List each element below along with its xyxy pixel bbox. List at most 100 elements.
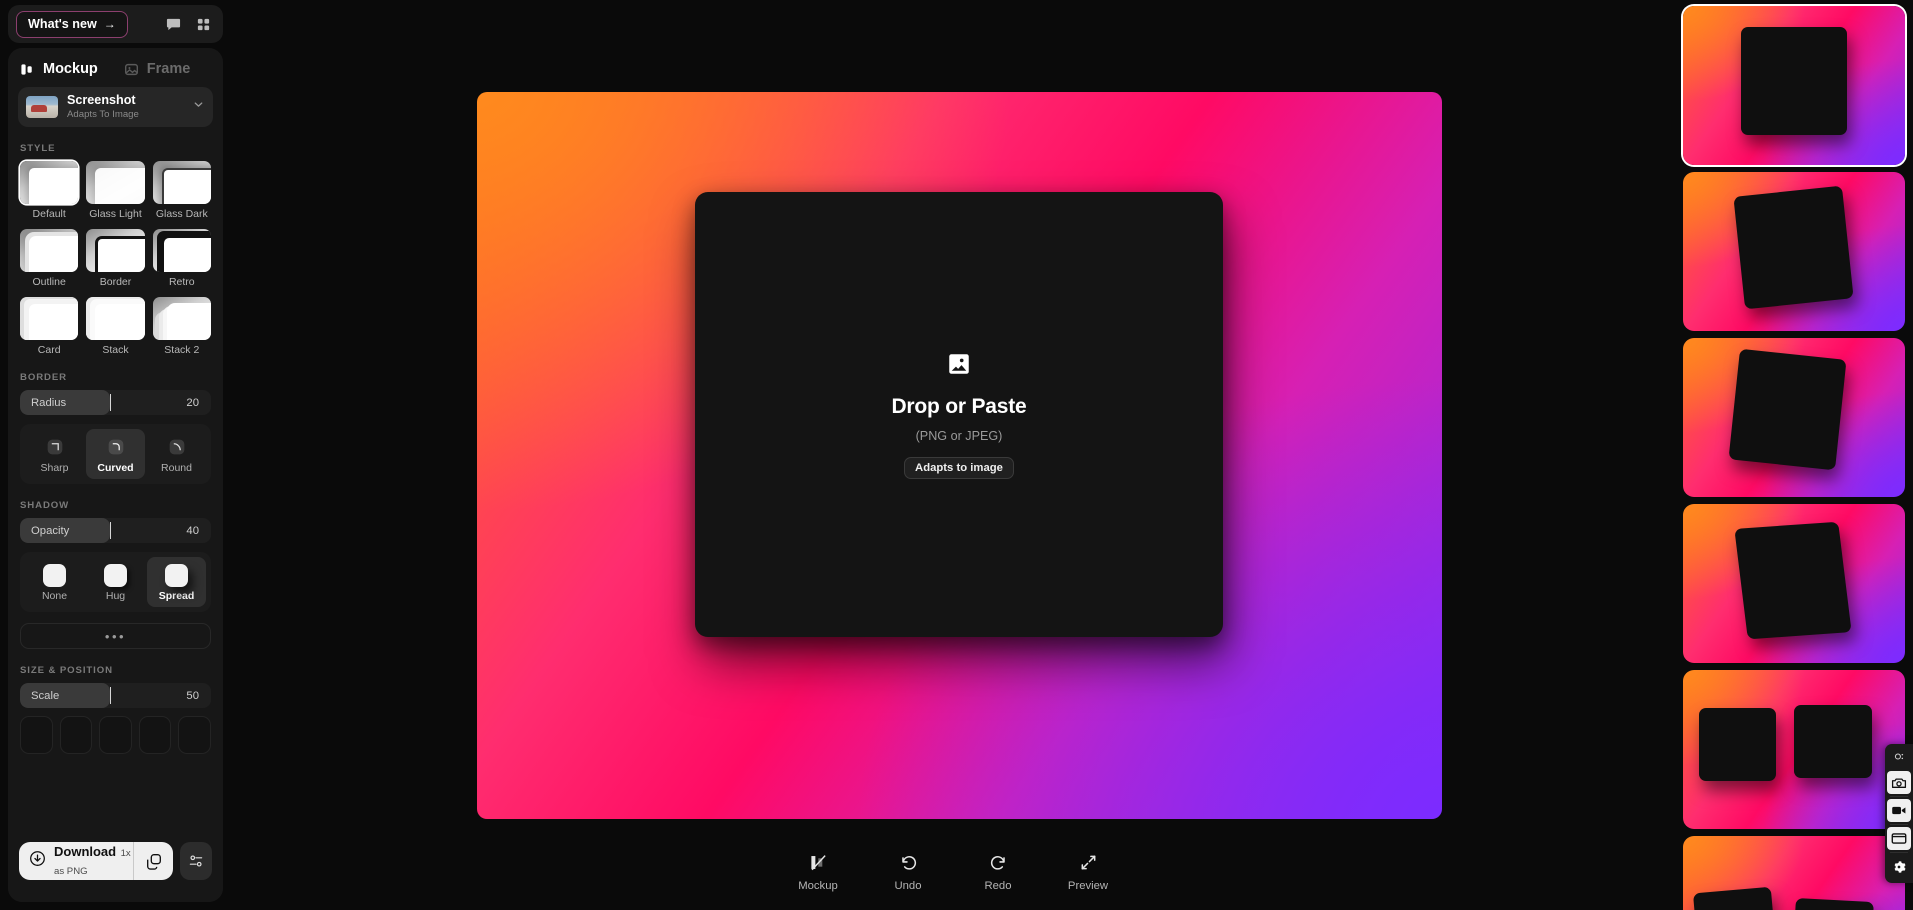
chevron-down-icon: [192, 98, 205, 116]
style-option-outline[interactable]: Outline: [20, 229, 79, 288]
style-label-glass-light: Glass Light: [89, 208, 142, 220]
style-option-default[interactable]: Default: [20, 161, 79, 220]
corner-curved-icon: [105, 435, 127, 459]
tab-frame[interactable]: Frame: [124, 61, 191, 77]
capture-widget-header[interactable]: [1894, 748, 1905, 769]
gear-icon[interactable]: [1887, 855, 1911, 878]
download-group: Download 1x as PNG: [19, 841, 173, 880]
template-card-double-straight[interactable]: [1683, 670, 1905, 829]
position-preset-1[interactable]: [20, 716, 53, 754]
toolbar-preview-label: Preview: [1067, 880, 1109, 892]
style-thumb-stack-2: [152, 297, 211, 340]
sliders-icon[interactable]: [180, 841, 212, 880]
video-icon[interactable]: [1887, 799, 1911, 822]
position-preset-2[interactable]: [59, 716, 93, 754]
style-label-glass-dark: Glass Dark: [155, 208, 208, 220]
mockup-dropzone[interactable]: Drop or Paste (PNG or JPEG) Adapts to im…: [695, 192, 1223, 637]
scale-slider[interactable]: Scale 50: [20, 683, 211, 708]
style-label-retro: Retro: [168, 276, 195, 288]
style-option-stack-2[interactable]: Stack 2: [152, 297, 211, 356]
divider: [1890, 824, 1908, 825]
template-rail: [1675, 0, 1913, 910]
grid-apps-icon[interactable]: [191, 12, 215, 36]
shadow-style-group: None Hug Spread: [20, 552, 211, 612]
template-card-double-tilt[interactable]: [1683, 836, 1905, 910]
opacity-label: Opacity: [31, 524, 70, 537]
style-grid: Default Glass Light Glass Dark Outline B…: [8, 161, 223, 356]
radius-label: Radius: [31, 396, 67, 409]
copy-icon[interactable]: [133, 841, 173, 880]
toolbar-mockup-label: Mockup: [798, 880, 838, 892]
divider: [1890, 796, 1908, 797]
toolbar-redo[interactable]: Redo: [971, 851, 1025, 892]
template-card-single-tilt-left[interactable]: [1683, 172, 1905, 331]
artboard[interactable]: Drop or Paste (PNG or JPEG) Adapts to im…: [477, 92, 1442, 819]
tab-frame-label: Frame: [146, 61, 191, 77]
frame-image-icon: [124, 62, 139, 77]
panel-tabs: Mockup Frame: [8, 48, 223, 87]
panel-footer: Download 1x as PNG: [8, 832, 223, 902]
preset-selector[interactable]: Screenshot Adapts To Image: [18, 87, 213, 127]
preset-text: Screenshot Adapts To Image: [67, 93, 183, 121]
mockup-icon: [20, 62, 35, 77]
style-option-glass-dark[interactable]: Glass Dark: [152, 161, 211, 220]
more-options-button[interactable]: •••: [20, 623, 211, 649]
style-label-card: Card: [37, 344, 61, 356]
template-card-single-straight[interactable]: [1683, 6, 1905, 165]
toolbar-preview[interactable]: Preview: [1061, 851, 1115, 892]
window-icon[interactable]: [1887, 827, 1911, 850]
position-preset-3[interactable]: [99, 716, 132, 754]
expand-arrows-icon: [1079, 851, 1098, 873]
chat-icon[interactable]: [161, 12, 185, 36]
camera-icon[interactable]: [1887, 771, 1911, 794]
style-option-stack[interactable]: Stack: [86, 297, 145, 356]
corner-option-sharp[interactable]: Sharp: [25, 429, 84, 479]
shadow-option-spread[interactable]: Spread: [147, 557, 206, 607]
toolbar-mockup-toggle[interactable]: Mockup: [791, 851, 845, 892]
corner-option-curved[interactable]: Curved: [86, 429, 145, 479]
shadow-option-none[interactable]: None: [25, 557, 84, 607]
style-label-stack: Stack: [102, 344, 129, 356]
border-section-label: BORDER: [20, 372, 67, 383]
style-thumb-retro: [152, 229, 211, 272]
divider: [1890, 852, 1908, 853]
download-text: Download 1x as PNG: [54, 843, 133, 878]
shadow-hug-label: Hug: [105, 590, 126, 602]
shadow-spread-icon: [165, 563, 188, 587]
corner-round-icon: [166, 435, 188, 459]
scale-slider-handle[interactable]: [109, 687, 112, 704]
style-thumb-card: [20, 297, 79, 340]
opacity-slider-handle[interactable]: [109, 522, 112, 539]
image-placeholder-icon: [946, 351, 972, 382]
corner-option-round[interactable]: Round: [147, 429, 206, 479]
shadow-option-hug[interactable]: Hug: [86, 557, 145, 607]
download-button[interactable]: Download 1x as PNG: [19, 842, 133, 880]
redo-icon: [989, 851, 1008, 873]
template-card-single-tilt-slight[interactable]: [1683, 504, 1905, 663]
style-thumb-outline: [20, 229, 79, 272]
shadow-none-label: None: [41, 590, 68, 602]
template-card-single-tilt-right[interactable]: [1683, 338, 1905, 497]
tab-mockup[interactable]: Mockup: [20, 61, 98, 77]
radius-slider-handle[interactable]: [109, 394, 112, 411]
adapts-to-image-badge[interactable]: Adapts to image: [904, 456, 1014, 479]
style-option-border[interactable]: Border: [86, 229, 145, 288]
style-thumb-glass-dark: [152, 161, 211, 204]
dots-menu-icon[interactable]: [1894, 749, 1905, 767]
radius-value: 20: [186, 396, 199, 409]
radius-slider[interactable]: Radius 20: [20, 390, 211, 415]
toolbar-undo[interactable]: Undo: [881, 851, 935, 892]
opacity-slider[interactable]: Opacity 40: [20, 518, 211, 543]
position-preset-4[interactable]: [138, 716, 172, 754]
canvas-area: Drop or Paste (PNG or JPEG) Adapts to im…: [231, 0, 1675, 910]
style-option-card[interactable]: Card: [20, 297, 79, 356]
app-root: What's new → Mockup Frame Screenshot Ada…: [0, 0, 1913, 910]
style-option-glass-light[interactable]: Glass Light: [86, 161, 145, 220]
corner-sharp-icon: [44, 435, 66, 459]
corner-sharp-label: Sharp: [40, 462, 69, 474]
dropzone-title: Drop or Paste: [891, 394, 1027, 418]
style-thumb-default: [20, 161, 79, 204]
position-preset-5[interactable]: [178, 716, 211, 754]
whats-new-button[interactable]: What's new →: [16, 10, 128, 38]
style-option-retro[interactable]: Retro: [152, 229, 211, 288]
